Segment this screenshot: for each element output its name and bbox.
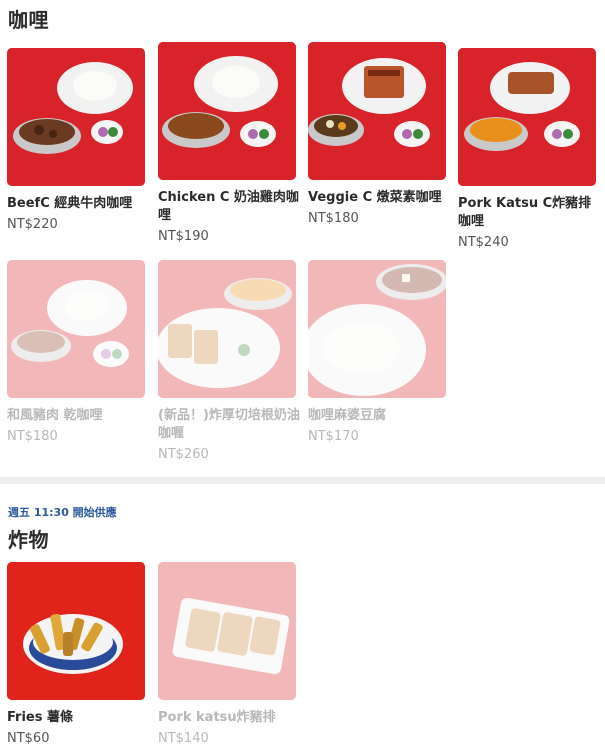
menu-item-beef-curry[interactable]: BeefC 經典牛肉咖哩 NT$220 (7, 48, 147, 232)
pork-katsu-photo (158, 562, 296, 700)
menu-item-name: 咖哩麻婆豆腐 (308, 408, 387, 423)
section-schedule: 週五 11:30 開始供應 (8, 506, 117, 519)
menu-item-price: NT$170 (308, 429, 359, 444)
menu-item-name: BeefC 經典牛肉咖哩 (7, 196, 133, 211)
bacon-cutlet-curry-photo (158, 260, 296, 398)
section-title-fried: 炸物 (8, 528, 49, 552)
menu-item-name: (新品！)炸厚切培根奶油咖喱 (158, 408, 300, 441)
section-title-curry: 咖哩 (8, 8, 49, 32)
menu-item-pork-katsu[interactable]: Pork katsu炸豬排 NT$140 (158, 562, 298, 746)
menu-item-price: NT$140 (158, 731, 209, 746)
veggie-curry-photo (308, 42, 446, 180)
menu-item-price: NT$180 (308, 211, 359, 226)
mapo-tofu-curry-photo (308, 260, 446, 398)
fries-photo (7, 562, 145, 700)
chicken-curry-photo (158, 42, 296, 180)
menu-item-name: 和風豬肉 乾咖哩 (7, 408, 103, 423)
menu-item-dry-pork-curry[interactable]: 和風豬肉 乾咖哩 NT$180 (7, 260, 147, 444)
menu-item-name: Pork katsu炸豬排 (158, 710, 276, 725)
menu-item-pork-katsu-curry[interactable]: Pork Katsu C炸豬排咖哩 NT$240 (458, 48, 598, 250)
menu-item-price: NT$220 (7, 217, 58, 232)
menu-item-price: NT$240 (458, 235, 509, 250)
menu-item-price: NT$60 (7, 731, 50, 746)
menu-item-price: NT$260 (158, 447, 209, 462)
menu-item-name: Veggie C 燉菜素咖哩 (308, 190, 442, 205)
menu-item-name: Pork Katsu C炸豬排咖哩 (458, 196, 592, 229)
pork-katsu-curry-photo (458, 48, 596, 186)
dry-pork-curry-photo (7, 260, 145, 398)
beef-curry-photo (7, 48, 145, 186)
menu-item-fries[interactable]: Fries 薯條 NT$60 (7, 562, 147, 746)
menu-item-price: NT$180 (7, 429, 58, 444)
menu-item-name: Fries 薯條 (7, 710, 73, 725)
menu-item-price: NT$190 (158, 229, 209, 244)
section-divider (0, 477, 605, 484)
menu-item-veggie-curry[interactable]: Veggie C 燉菜素咖哩 NT$180 (308, 42, 448, 226)
menu-item-name: Chicken C 奶油雞肉咖哩 (158, 190, 299, 223)
menu-item-mapo-tofu-curry[interactable]: 咖哩麻婆豆腐 NT$170 (308, 260, 448, 444)
menu-item-bacon-cutlet-curry[interactable]: (新品！)炸厚切培根奶油咖喱 NT$260 (158, 260, 300, 462)
menu-item-chicken-curry[interactable]: Chicken C 奶油雞肉咖哩 NT$190 (158, 42, 299, 244)
